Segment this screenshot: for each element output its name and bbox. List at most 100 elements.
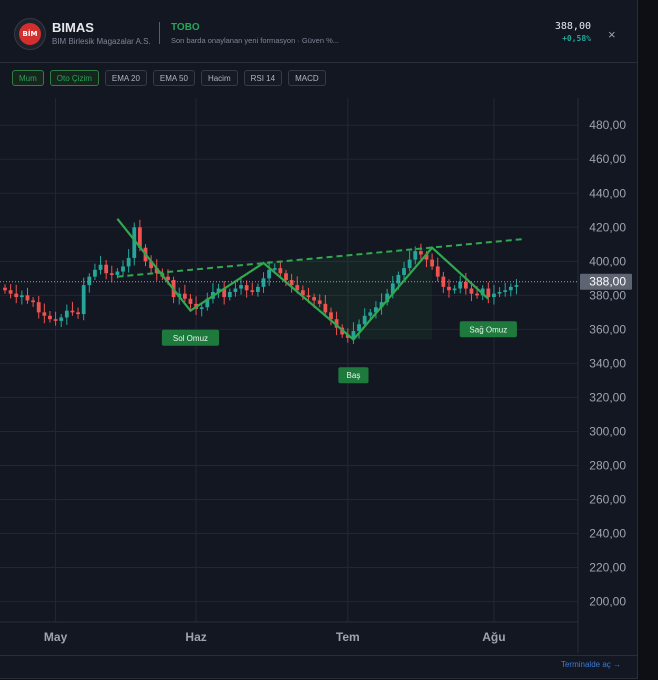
- indicator-toolbar: Mum Oto Çizim EMA 20 EMA 50 Hacim RSI 14 MACD: [12, 70, 326, 86]
- pattern-label: Baş: [347, 371, 361, 380]
- candle-body: [250, 290, 255, 292]
- candle-body: [407, 259, 412, 269]
- close-icon[interactable]: ×: [608, 27, 616, 42]
- x-tick-label: Haz: [185, 630, 206, 644]
- toolbar-button-ema-50[interactable]: EMA 50: [152, 70, 195, 86]
- candle-body: [486, 288, 491, 298]
- candle-body: [503, 290, 508, 292]
- candle-body: [98, 264, 103, 270]
- candle-body: [418, 251, 423, 255]
- y-tick-label: 340,00: [589, 356, 626, 370]
- candle-body: [87, 276, 92, 286]
- candle-body: [244, 285, 249, 291]
- toolbar-button-mum[interactable]: Mum: [12, 70, 44, 86]
- y-tick-label: 260,00: [589, 493, 626, 507]
- candle-body: [19, 295, 24, 298]
- y-tick-label: 300,00: [589, 424, 626, 438]
- candle-body: [188, 298, 193, 304]
- candle-body: [475, 293, 479, 296]
- pattern-label: Sol Omuz: [173, 334, 208, 343]
- toolbar-button-ema-20[interactable]: EMA 20: [104, 70, 147, 86]
- pattern-note: Son barda onaylanan yeni formasyon · Güv…: [171, 36, 340, 45]
- candle-body: [317, 300, 322, 304]
- x-tick-label: Tem: [336, 630, 360, 644]
- toolbar-button-hacim[interactable]: Hacim: [200, 70, 238, 86]
- x-tick-label: Ağu: [482, 630, 505, 644]
- toolbar-button-rsi-14[interactable]: RSI 14: [243, 70, 283, 86]
- candle-body: [368, 312, 373, 316]
- candle-body: [452, 288, 457, 291]
- y-tick-label: 240,00: [589, 527, 626, 541]
- candle-body: [469, 288, 474, 294]
- candle-body: [3, 287, 7, 291]
- pattern-label: Sağ Omuz: [469, 325, 507, 334]
- candle-body: [261, 278, 266, 287]
- candle-body: [14, 293, 19, 298]
- open-terminal-link[interactable]: Terminalde aç →: [561, 660, 621, 669]
- candle-body: [31, 300, 35, 303]
- chart-footer: Terminalde aç →: [0, 655, 637, 679]
- candle-body: [227, 291, 232, 298]
- y-tick-label: 220,00: [589, 561, 626, 575]
- y-tick-label: 440,00: [589, 186, 626, 200]
- candle-body: [81, 285, 86, 315]
- candle-body: [435, 266, 440, 277]
- y-tick-label: 320,00: [589, 390, 626, 404]
- candle-body: [76, 312, 80, 315]
- candle-body: [126, 257, 131, 267]
- y-tick-label: 480,00: [589, 118, 626, 132]
- last-price: 388,00: [554, 21, 591, 32]
- company-logo: BİM: [14, 18, 46, 50]
- candlestick-chart[interactable]: Sol Omuz Baş Sağ Omuz 480,00 460,00 440,00 420…: [0, 98, 637, 653]
- chart-header: BİM BIMAS BIM Birlesik Magazalar A.S. TO…: [0, 0, 637, 63]
- candle-body: [25, 295, 30, 301]
- candle-body: [312, 297, 316, 301]
- company-name: BIM Birlesik Magazalar A.S.: [52, 37, 151, 46]
- candle-body: [53, 319, 58, 321]
- candle-body: [447, 286, 451, 291]
- candle-body: [430, 259, 435, 267]
- candle-body: [42, 312, 47, 316]
- company-logo-mark: BİM: [19, 23, 41, 45]
- candle-body: [64, 310, 69, 318]
- header-divider: [159, 22, 160, 44]
- candle-body: [182, 293, 187, 299]
- toolbar-button-macd[interactable]: MACD: [288, 70, 326, 86]
- candle-body: [121, 266, 125, 272]
- candle-body: [233, 288, 238, 292]
- candle-body: [492, 293, 496, 298]
- candle-body: [272, 268, 277, 270]
- candle-body: [115, 271, 120, 275]
- candle-body: [463, 281, 468, 289]
- y-tick-label: 400,00: [589, 254, 626, 268]
- candle-body: [70, 310, 75, 313]
- candle-body: [36, 302, 41, 313]
- candle-body: [278, 268, 283, 274]
- y-tick-label: 280,00: [589, 458, 626, 472]
- candle-body: [104, 264, 109, 274]
- y-tick-label: 420,00: [589, 220, 626, 234]
- candle-body: [8, 290, 13, 294]
- toolbar-button-oto-çizim[interactable]: Oto Çizim: [49, 70, 99, 86]
- candle-body: [497, 291, 502, 294]
- pattern-name: TOBO: [171, 22, 200, 33]
- y-tick-label: 380,00: [589, 288, 626, 302]
- candle-body: [362, 315, 367, 325]
- y-tick-label: 460,00: [589, 152, 626, 166]
- y-tick-label: 360,00: [589, 322, 626, 336]
- candle-body: [109, 273, 114, 275]
- candle-body: [402, 268, 406, 275]
- chart-panel: BİM BIMAS BIM Birlesik Magazalar A.S. TO…: [0, 0, 638, 679]
- candle-body: [93, 269, 97, 277]
- last-price-tag-label: 388,00: [589, 275, 626, 289]
- candle-body: [256, 286, 260, 292]
- ticker-symbol: BIMAS: [52, 20, 94, 35]
- candle-body: [514, 285, 519, 287]
- candle-body: [508, 286, 513, 291]
- candle-body: [59, 317, 64, 321]
- candle-body: [306, 295, 311, 298]
- candle-body: [284, 273, 288, 281]
- candle-body: [413, 251, 418, 260]
- price-change: +0,58%: [562, 34, 591, 43]
- candle-body: [239, 285, 243, 289]
